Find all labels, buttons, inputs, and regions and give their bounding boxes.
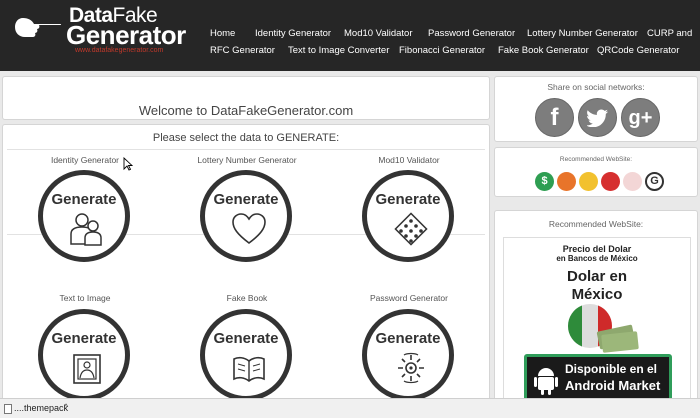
android-badge-line2: Android Market bbox=[565, 378, 661, 393]
nav-rfc-generator[interactable]: RFC Generator bbox=[210, 45, 275, 56]
generate-label: Generate bbox=[375, 330, 441, 347]
ad-subheadline: en Bancos de México bbox=[556, 254, 638, 263]
generate-label: Generate bbox=[375, 191, 441, 208]
password-generate-button[interactable]: Generate bbox=[362, 309, 454, 401]
image-icon bbox=[73, 354, 101, 384]
facebook-share-button[interactable]: f bbox=[535, 98, 574, 137]
logo-url: www.datafakegenerator.com bbox=[75, 47, 164, 54]
select-title: Please select the data to GENERATE: bbox=[152, 132, 340, 144]
nav-fake-book-generator[interactable]: Fake Book Generator bbox=[498, 45, 589, 56]
nav-password-generator[interactable]: Password Generator bbox=[428, 28, 515, 39]
ad-title-2: México bbox=[571, 286, 623, 303]
red-face-icon[interactable] bbox=[601, 172, 620, 191]
book-icon bbox=[233, 356, 265, 383]
chevron-up-icon[interactable]: ^ bbox=[64, 402, 68, 412]
file-icon bbox=[4, 404, 12, 414]
g-icon[interactable]: G bbox=[645, 172, 664, 191]
identity-generate-button[interactable]: Generate bbox=[38, 170, 130, 262]
share-panel: Share on social networks: f g+ bbox=[494, 76, 698, 142]
dollar-icon[interactable]: $ bbox=[535, 172, 554, 191]
download-bar: ....themepack ^ bbox=[0, 398, 700, 418]
generator-label: Mod10 Validator bbox=[378, 155, 440, 165]
welcome-heading: Welcome to DataFakeGenerator.com bbox=[138, 103, 354, 118]
ad-title: Dolar en bbox=[566, 268, 627, 285]
mexico-flag-coin-icon bbox=[568, 304, 639, 353]
feather-icon[interactable] bbox=[623, 172, 642, 191]
mouse-cursor-icon bbox=[123, 157, 133, 171]
twitter-bird-icon bbox=[585, 109, 608, 128]
card-icon bbox=[394, 212, 428, 246]
fake-book-generate-button[interactable]: Generate bbox=[200, 309, 292, 401]
recommended-sites-panel: Recommended WebSite: $ G bbox=[494, 147, 698, 197]
generator-label: Fake Book bbox=[226, 293, 268, 303]
generator-label: Lottery Number Generator bbox=[197, 155, 297, 165]
generate-label: Generate bbox=[213, 191, 279, 208]
nav-qrcode-generator[interactable]: QRCode Generator bbox=[597, 45, 679, 56]
generate-label: Generate bbox=[51, 191, 117, 208]
nav-mod10-validator[interactable]: Mod10 Validator bbox=[344, 28, 412, 39]
recommended-title: Recommended WebSite: bbox=[548, 219, 644, 229]
twitter-share-button[interactable] bbox=[578, 98, 617, 137]
download-file-name[interactable]: ....themepack bbox=[14, 403, 68, 413]
mod10-generate-button[interactable]: Generate bbox=[362, 170, 454, 262]
text-to-image-generate-button[interactable]: Generate bbox=[38, 309, 130, 401]
generate-label: Generate bbox=[51, 330, 117, 347]
android-icon bbox=[534, 368, 558, 395]
google-plus-icon: g+ bbox=[628, 107, 653, 129]
lottery-generate-button[interactable]: Generate bbox=[200, 170, 292, 262]
welcome-panel: Welcome to DataFakeGenerator.com bbox=[2, 76, 490, 120]
nav-lottery-generator[interactable]: Lottery Number Generator bbox=[527, 28, 638, 39]
generator-panel: Please select the data to GENERATE: Iden… bbox=[2, 124, 490, 414]
pointing-hand-icon bbox=[15, 18, 62, 37]
android-badge-line1: Disponible en el bbox=[565, 362, 658, 376]
password-icon bbox=[398, 352, 424, 384]
google-share-button[interactable]: g+ bbox=[621, 98, 660, 137]
facebook-icon: f bbox=[550, 104, 559, 131]
nav-identity-generator[interactable]: Identity Generator bbox=[255, 28, 331, 39]
people-icon bbox=[70, 213, 102, 246]
generator-label: Identity Generator bbox=[50, 155, 120, 165]
coin-icon[interactable] bbox=[579, 172, 598, 191]
generate-label: Generate bbox=[213, 330, 279, 347]
recommended-ad-panel: Recommended WebSite: Precio del Dolar en… bbox=[494, 210, 698, 414]
generator-label: Text to Image bbox=[59, 293, 111, 303]
nav-home[interactable]: Home bbox=[210, 28, 235, 39]
site-header: DataFake Generator www.datafakegenerator… bbox=[0, 0, 700, 71]
orange-icon[interactable] bbox=[557, 172, 576, 191]
dolar-mexico-ad[interactable]: Precio del Dolar en Bancos de México Dol… bbox=[503, 237, 691, 411]
nav-curp-rfc[interactable]: CURP and bbox=[647, 28, 692, 39]
share-title: Share on social networks: bbox=[547, 82, 645, 92]
recommended-title: Recommended WebSite: bbox=[559, 156, 633, 163]
nav-fibonacci-generator[interactable]: Fibonacci Generator bbox=[399, 45, 485, 56]
divider bbox=[7, 149, 485, 150]
generator-label: Password Generator bbox=[370, 293, 448, 303]
heart-icon bbox=[232, 213, 266, 245]
nav-text-to-image[interactable]: Text to Image Converter bbox=[288, 45, 389, 56]
ad-headline: Precio del Dolar bbox=[562, 244, 632, 254]
